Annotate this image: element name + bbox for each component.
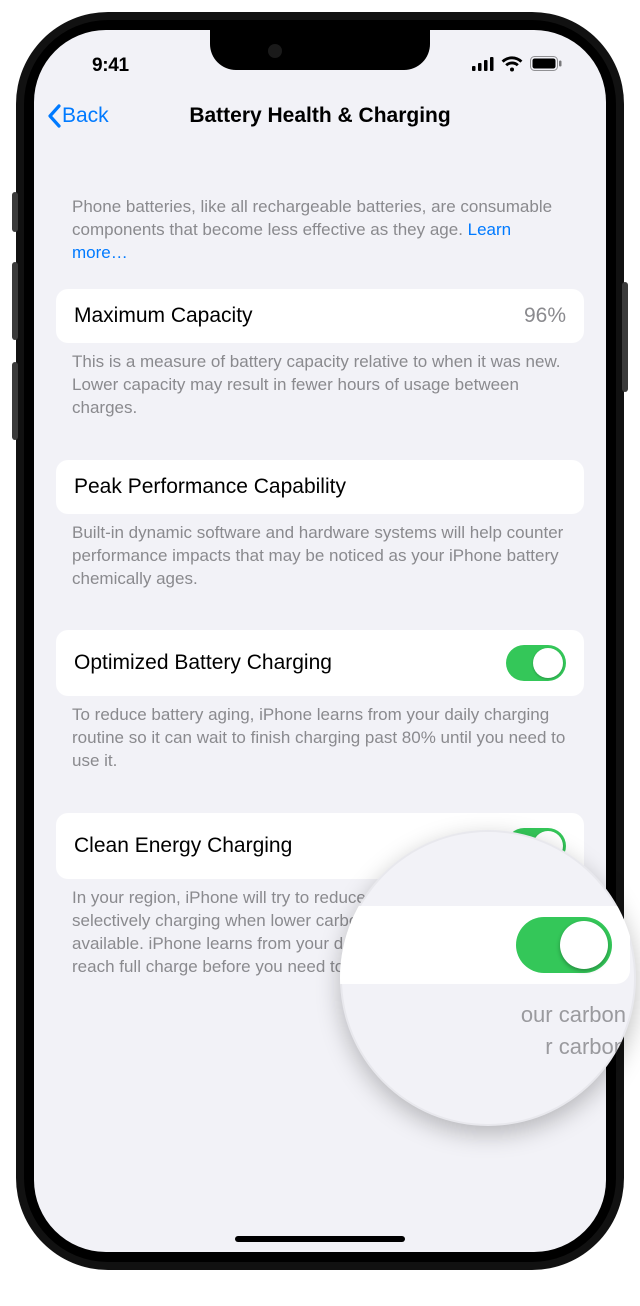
maximum-capacity-row[interactable]: Maximum Capacity 96% bbox=[56, 289, 584, 343]
side-button bbox=[622, 282, 628, 392]
nav-bar: Back Battery Health & Charging bbox=[34, 88, 606, 144]
wifi-icon bbox=[501, 56, 523, 77]
peak-performance-row[interactable]: Peak Performance Capability bbox=[56, 460, 584, 514]
back-button[interactable]: Back bbox=[46, 104, 109, 128]
maximum-capacity-label: Maximum Capacity bbox=[74, 304, 253, 328]
spacer bbox=[56, 430, 584, 460]
toggle-knob bbox=[560, 921, 608, 969]
clean-energy-label: Clean Energy Charging bbox=[74, 834, 292, 858]
magnified-clean-energy-toggle[interactable] bbox=[516, 917, 612, 973]
status-time: 9:41 bbox=[92, 55, 129, 77]
chevron-left-icon bbox=[46, 104, 62, 128]
spacer bbox=[56, 600, 584, 630]
maximum-capacity-value: 96% bbox=[524, 304, 566, 328]
magnified-text-line1: our carbon bbox=[358, 1000, 626, 1031]
peak-performance-footer: Built-in dynamic software and hardware s… bbox=[56, 514, 584, 601]
spacer bbox=[56, 275, 584, 289]
toggle-knob bbox=[533, 648, 563, 678]
magnified-clean-energy-row bbox=[340, 906, 630, 984]
peak-performance-label: Peak Performance Capability bbox=[74, 475, 346, 499]
cellular-icon bbox=[472, 57, 494, 76]
optimized-charging-footer: To reduce battery aging, iPhone learns f… bbox=[56, 696, 584, 783]
back-label: Back bbox=[62, 104, 109, 128]
magnified-text-line2: r carbon bbox=[358, 1032, 626, 1063]
optimized-charging-toggle[interactable] bbox=[506, 645, 566, 681]
volume-up-button bbox=[12, 262, 18, 340]
mute-switch bbox=[12, 192, 18, 232]
volume-down-button bbox=[12, 362, 18, 440]
notch bbox=[210, 30, 430, 70]
status-right bbox=[472, 56, 562, 77]
home-indicator[interactable] bbox=[235, 1236, 405, 1242]
maximum-capacity-footer: This is a measure of battery capacity re… bbox=[56, 343, 584, 430]
optimized-charging-row: Optimized Battery Charging bbox=[56, 630, 584, 696]
intro-text: Phone batteries, like all rechargeable b… bbox=[56, 188, 584, 275]
magnifier-overlay: our carbon r carbon bbox=[340, 830, 636, 1126]
spacer bbox=[56, 783, 584, 813]
magnifier-inner: our carbon r carbon bbox=[340, 830, 636, 1126]
page-title: Battery Health & Charging bbox=[34, 104, 606, 128]
optimized-charging-label: Optimized Battery Charging bbox=[74, 651, 332, 675]
battery-icon bbox=[530, 56, 562, 76]
